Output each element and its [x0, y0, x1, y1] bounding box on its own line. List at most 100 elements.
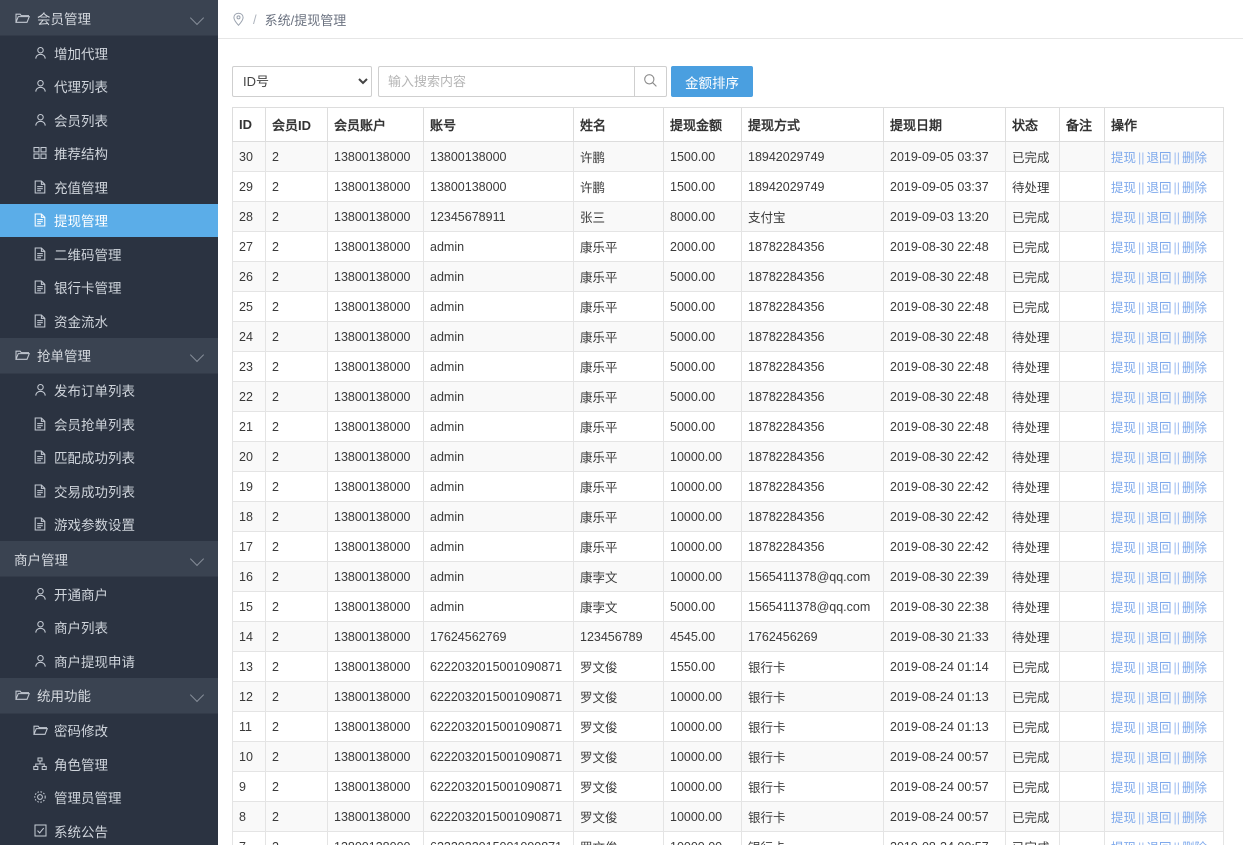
sidebar-item-5[interactable]: 充值管理	[0, 170, 218, 204]
sidebar-item-1[interactable]: 开通商户	[0, 577, 218, 611]
sidebar-item-8[interactable]: 银行卡管理	[0, 271, 218, 305]
withdraw-action-link[interactable]: 提现	[1111, 661, 1136, 675]
delete-action-link[interactable]: 删除	[1182, 481, 1207, 495]
withdraw-action-link[interactable]: 提现	[1111, 301, 1136, 315]
withdraw-action-link[interactable]: 提现	[1111, 691, 1136, 705]
return-action-link[interactable]: 退回	[1147, 751, 1172, 765]
return-action-link[interactable]: 退回	[1147, 691, 1172, 705]
withdraw-action-link[interactable]: 提现	[1111, 511, 1136, 525]
withdraw-action-link[interactable]: 提现	[1111, 241, 1136, 255]
delete-action-link[interactable]: 删除	[1182, 211, 1207, 225]
sidebar-group-header[interactable]: 商户管理	[0, 541, 218, 577]
return-action-link[interactable]: 退回	[1147, 571, 1172, 585]
sidebar-item-4[interactable]: 推荐结构	[0, 137, 218, 171]
return-action-link[interactable]: 退回	[1147, 451, 1172, 465]
return-action-link[interactable]: 退回	[1147, 391, 1172, 405]
delete-action-link[interactable]: 删除	[1182, 811, 1207, 825]
delete-action-link[interactable]: 删除	[1182, 181, 1207, 195]
delete-action-link[interactable]: 删除	[1182, 391, 1207, 405]
withdraw-action-link[interactable]: 提现	[1111, 751, 1136, 765]
delete-action-link[interactable]: 删除	[1182, 451, 1207, 465]
return-action-link[interactable]: 退回	[1147, 301, 1172, 315]
withdraw-action-link[interactable]: 提现	[1111, 331, 1136, 345]
sidebar-item-5[interactable]: 游戏参数设置	[0, 508, 218, 542]
withdraw-action-link[interactable]: 提现	[1111, 721, 1136, 735]
delete-action-link[interactable]: 删除	[1182, 331, 1207, 345]
return-action-link[interactable]: 退回	[1147, 241, 1172, 255]
return-action-link[interactable]: 退回	[1147, 601, 1172, 615]
sort-by-amount-button[interactable]: 金额排序	[671, 66, 753, 97]
withdraw-action-link[interactable]: 提现	[1111, 781, 1136, 795]
return-action-link[interactable]: 退回	[1147, 421, 1172, 435]
delete-action-link[interactable]: 删除	[1182, 751, 1207, 765]
withdraw-action-link[interactable]: 提现	[1111, 571, 1136, 585]
sidebar-item-7[interactable]: 二维码管理	[0, 237, 218, 271]
delete-action-link[interactable]: 删除	[1182, 361, 1207, 375]
withdraw-action-link[interactable]: 提现	[1111, 211, 1136, 225]
delete-action-link[interactable]: 删除	[1182, 721, 1207, 735]
sidebar-item-2[interactable]: 角色管理	[0, 747, 218, 781]
sidebar-item-3[interactable]: 匹配成功列表	[0, 441, 218, 475]
return-action-link[interactable]: 退回	[1147, 721, 1172, 735]
sidebar-item-9[interactable]: 资金流水	[0, 304, 218, 338]
sidebar-item-6[interactable]: 提现管理	[0, 204, 218, 238]
return-action-link[interactable]: 退回	[1147, 151, 1172, 165]
withdraw-action-link[interactable]: 提现	[1111, 601, 1136, 615]
withdraw-action-link[interactable]: 提现	[1111, 841, 1136, 845]
delete-action-link[interactable]: 删除	[1182, 781, 1207, 795]
withdraw-action-link[interactable]: 提现	[1111, 361, 1136, 375]
sidebar-item-4[interactable]: 交易成功列表	[0, 474, 218, 508]
delete-action-link[interactable]: 删除	[1182, 691, 1207, 705]
sidebar-item-2[interactable]: 商户列表	[0, 611, 218, 645]
delete-action-link[interactable]: 删除	[1182, 601, 1207, 615]
delete-action-link[interactable]: 删除	[1182, 631, 1207, 645]
withdraw-action-link[interactable]: 提现	[1111, 811, 1136, 825]
delete-action-link[interactable]: 删除	[1182, 421, 1207, 435]
return-action-link[interactable]: 退回	[1147, 661, 1172, 675]
sidebar-group-header[interactable]: 会员管理	[0, 0, 218, 36]
delete-action-link[interactable]: 删除	[1182, 151, 1207, 165]
search-type-select[interactable]: ID号	[232, 66, 372, 97]
sidebar-item-1[interactable]: 密码修改	[0, 714, 218, 748]
delete-action-link[interactable]: 删除	[1182, 841, 1207, 845]
return-action-link[interactable]: 退回	[1147, 331, 1172, 345]
withdraw-action-link[interactable]: 提现	[1111, 151, 1136, 165]
withdraw-action-link[interactable]: 提现	[1111, 451, 1136, 465]
delete-action-link[interactable]: 删除	[1182, 541, 1207, 555]
delete-action-link[interactable]: 删除	[1182, 661, 1207, 675]
withdraw-action-link[interactable]: 提现	[1111, 631, 1136, 645]
sidebar-item-1[interactable]: 发布订单列表	[0, 374, 218, 408]
return-action-link[interactable]: 退回	[1147, 631, 1172, 645]
return-action-link[interactable]: 退回	[1147, 481, 1172, 495]
sidebar-group-header[interactable]: 统用功能	[0, 678, 218, 714]
sidebar-item-2[interactable]: 代理列表	[0, 70, 218, 104]
withdraw-action-link[interactable]: 提现	[1111, 271, 1136, 285]
return-action-link[interactable]: 退回	[1147, 181, 1172, 195]
return-action-link[interactable]: 退回	[1147, 841, 1172, 845]
sidebar-item-4[interactable]: 系统公告	[0, 814, 218, 845]
sidebar-item-1[interactable]: 增加代理	[0, 36, 218, 70]
search-button[interactable]	[634, 66, 667, 97]
withdraw-action-link[interactable]: 提现	[1111, 481, 1136, 495]
return-action-link[interactable]: 退回	[1147, 811, 1172, 825]
sidebar-item-3[interactable]: 会员列表	[0, 103, 218, 137]
delete-action-link[interactable]: 删除	[1182, 241, 1207, 255]
delete-action-link[interactable]: 删除	[1182, 271, 1207, 285]
delete-action-link[interactable]: 删除	[1182, 511, 1207, 525]
delete-action-link[interactable]: 删除	[1182, 301, 1207, 315]
return-action-link[interactable]: 退回	[1147, 541, 1172, 555]
sidebar-item-2[interactable]: 会员抢单列表	[0, 407, 218, 441]
return-action-link[interactable]: 退回	[1147, 781, 1172, 795]
withdraw-action-link[interactable]: 提现	[1111, 541, 1136, 555]
return-action-link[interactable]: 退回	[1147, 361, 1172, 375]
withdraw-action-link[interactable]: 提现	[1111, 181, 1136, 195]
withdraw-action-link[interactable]: 提现	[1111, 421, 1136, 435]
delete-action-link[interactable]: 删除	[1182, 571, 1207, 585]
sidebar-item-3[interactable]: 商户提现申请	[0, 644, 218, 678]
return-action-link[interactable]: 退回	[1147, 211, 1172, 225]
sidebar-group-header[interactable]: 抢单管理	[0, 338, 218, 374]
sidebar-item-3[interactable]: 管理员管理	[0, 781, 218, 815]
search-input[interactable]	[378, 66, 634, 97]
return-action-link[interactable]: 退回	[1147, 271, 1172, 285]
withdraw-action-link[interactable]: 提现	[1111, 391, 1136, 405]
